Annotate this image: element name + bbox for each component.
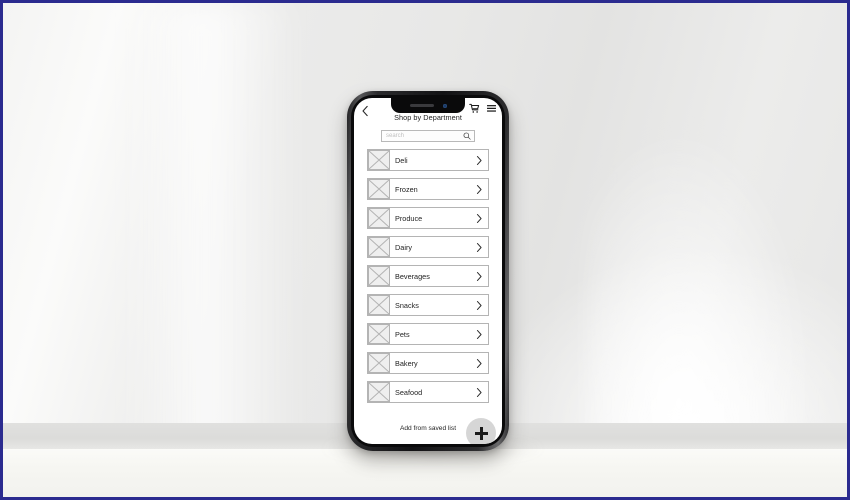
image-placeholder-icon — [368, 150, 390, 170]
chevron-right-icon[interactable] — [476, 271, 488, 282]
search-placeholder: search — [386, 133, 405, 139]
page-title: Shop by Department — [394, 113, 462, 122]
magnifier-icon[interactable] — [463, 127, 471, 145]
image-placeholder-icon — [368, 266, 390, 286]
image-placeholder-icon — [368, 295, 390, 315]
department-row-produce[interactable]: Produce — [367, 207, 489, 229]
department-label: Deli — [395, 155, 408, 165]
department-row-beverages[interactable]: Beverages — [367, 265, 489, 287]
phone-notch — [391, 98, 465, 113]
image-placeholder-icon — [368, 179, 390, 199]
search-input[interactable]: search — [381, 130, 475, 142]
chevron-right-icon[interactable] — [476, 358, 488, 369]
front-camera-icon — [442, 103, 447, 108]
department-label: Dairy — [395, 242, 413, 252]
image-placeholder-icon — [368, 382, 390, 402]
department-label: Produce — [395, 213, 423, 223]
department-row-frozen[interactable]: Frozen — [367, 178, 489, 200]
wall-light-highlight — [123, 3, 303, 455]
chevron-right-icon[interactable] — [476, 242, 488, 253]
department-label: Seafood — [395, 387, 423, 397]
image-placeholder-icon — [368, 324, 390, 344]
department-row-snacks[interactable]: Snacks — [367, 294, 489, 316]
image-placeholder-icon — [368, 208, 390, 228]
chevron-right-icon[interactable] — [476, 213, 488, 224]
smartphone-device: Shop by Department search Deli Frozen Pr… — [347, 91, 509, 451]
screenshot-frame: Shop by Department search Deli Frozen Pr… — [0, 0, 850, 500]
department-label: Snacks — [395, 300, 419, 310]
chevron-right-icon[interactable] — [476, 184, 488, 195]
earpiece-speaker-icon — [409, 104, 434, 107]
department-row-bakery[interactable]: Bakery — [367, 352, 489, 374]
wall-light-highlight-secondary — [587, 123, 817, 453]
chevron-right-icon[interactable] — [476, 300, 488, 311]
chevron-right-icon[interactable] — [476, 387, 488, 398]
chevron-right-icon[interactable] — [476, 329, 488, 340]
department-row-dairy[interactable]: Dairy — [367, 236, 489, 258]
department-label: Bakery — [395, 358, 418, 368]
image-placeholder-icon — [368, 353, 390, 373]
department-row-pets[interactable]: Pets — [367, 323, 489, 345]
department-row-deli[interactable]: Deli — [367, 149, 489, 171]
department-label: Beverages — [395, 271, 430, 281]
department-label: Frozen — [395, 184, 418, 194]
search-bar-container: search — [354, 130, 502, 142]
department-row-seafood[interactable]: Seafood — [367, 381, 489, 403]
chevron-right-icon[interactable] — [476, 155, 488, 166]
add-item-fab-button[interactable] — [466, 418, 496, 444]
plus-icon — [474, 431, 488, 435]
grocery-app: Shop by Department search Deli Frozen Pr… — [354, 98, 502, 444]
phone-screen: Shop by Department search Deli Frozen Pr… — [354, 98, 502, 444]
image-placeholder-icon — [368, 237, 390, 257]
department-list: Deli Frozen Produce Dairy Beverages Snac… — [354, 149, 502, 424]
app-footer: Add from saved list — [354, 418, 502, 444]
department-label: Pets — [395, 329, 410, 339]
